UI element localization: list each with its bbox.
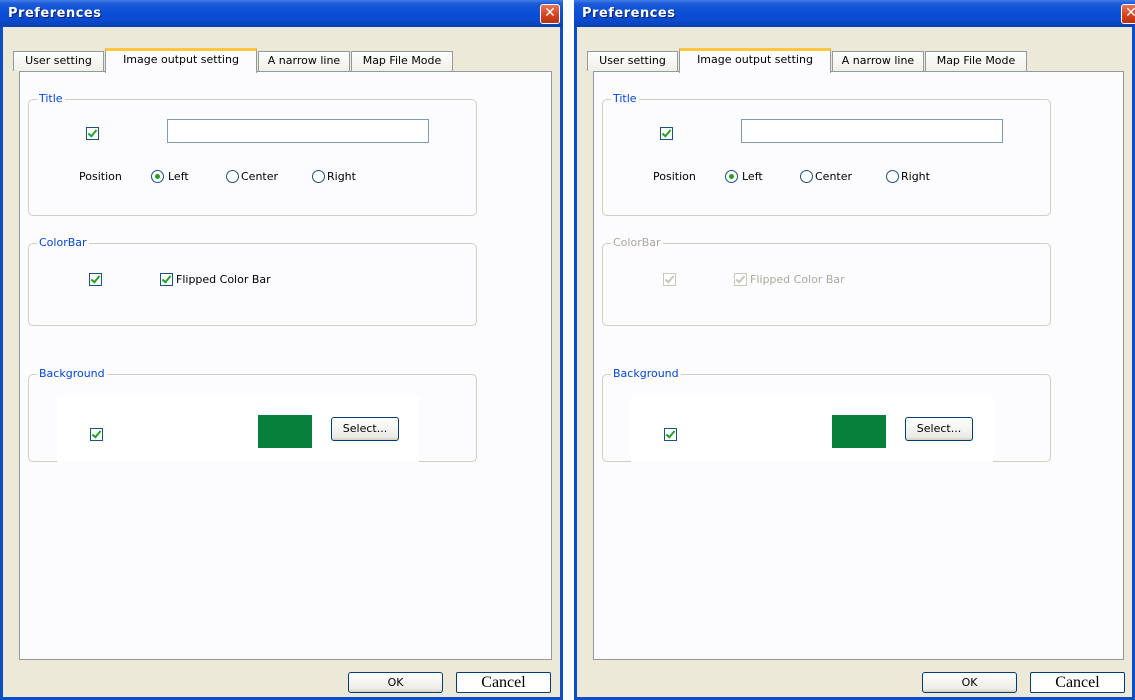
preferences-window-left: Preferences ✕ User setting Image output …	[0, 0, 563, 700]
background-group-label: Background	[611, 367, 681, 381]
title-group-label: Title	[37, 92, 65, 106]
close-button[interactable]: ✕	[540, 4, 560, 24]
title-group: Title	[602, 92, 1051, 216]
flipped-colorbar-label[interactable]: Flipped Color Bar	[176, 273, 271, 287]
position-right-label[interactable]: Right	[327, 170, 356, 184]
tab-user-setting[interactable]: User setting	[13, 51, 104, 71]
position-right-radio[interactable]	[886, 170, 899, 183]
show-colorbar-checkbox[interactable]	[663, 273, 676, 286]
colorbar-group-label: ColorBar	[37, 236, 89, 250]
close-button[interactable]: ✕	[1121, 4, 1135, 24]
tab-image-output-setting[interactable]: Image output setting	[105, 48, 257, 73]
position-left-label[interactable]: Left	[168, 170, 189, 184]
position-center-radio[interactable]	[800, 170, 813, 183]
background-group-label: Background	[37, 367, 107, 381]
title-input[interactable]	[741, 119, 1003, 143]
background-color-swatch	[832, 415, 886, 448]
show-background-checkbox[interactable]	[90, 428, 103, 441]
show-title-checkbox[interactable]	[86, 127, 99, 140]
position-center-label[interactable]: Center	[815, 170, 852, 184]
ok-button[interactable]: OK	[348, 672, 443, 693]
colorbar-group-label: ColorBar	[611, 236, 663, 250]
window-title: Preferences	[582, 6, 676, 21]
show-background-checkbox[interactable]	[664, 428, 677, 441]
position-right-label[interactable]: Right	[901, 170, 930, 184]
tab-a-narrow-line[interactable]: A narrow line	[832, 51, 924, 71]
preferences-window-right: Preferences ✕ User setting Image output …	[574, 0, 1135, 700]
position-left-radio[interactable]	[725, 170, 738, 183]
show-title-checkbox[interactable]	[660, 127, 673, 140]
background-color-swatch	[258, 415, 312, 448]
tab-image-output-setting[interactable]: Image output setting	[679, 48, 831, 73]
tab-a-narrow-line[interactable]: A narrow line	[258, 51, 350, 71]
title-bar: Preferences ✕	[574, 0, 1135, 27]
tab-user-setting[interactable]: User setting	[587, 51, 678, 71]
window-title: Preferences	[8, 6, 102, 21]
flipped-colorbar-checkbox[interactable]	[734, 273, 747, 286]
position-left-label[interactable]: Left	[742, 170, 763, 184]
cancel-button[interactable]: Cancel	[1030, 672, 1125, 693]
select-color-button[interactable]: Select...	[331, 417, 399, 441]
title-group: Title	[28, 92, 477, 216]
position-right-radio[interactable]	[312, 170, 325, 183]
window-border-left	[0, 27, 3, 700]
select-color-button[interactable]: Select...	[905, 417, 973, 441]
position-center-label[interactable]: Center	[241, 170, 278, 184]
title-bar: Preferences ✕	[0, 0, 563, 27]
tab-map-file-mode[interactable]: Map File Mode	[925, 51, 1027, 71]
flipped-colorbar-checkbox[interactable]	[160, 273, 173, 286]
position-label: Position	[653, 170, 696, 183]
position-center-radio[interactable]	[226, 170, 239, 183]
show-colorbar-checkbox[interactable]	[89, 273, 102, 286]
window-border-left	[574, 27, 577, 700]
title-group-label: Title	[611, 92, 639, 106]
position-left-radio[interactable]	[151, 170, 164, 183]
flipped-colorbar-label[interactable]: Flipped Color Bar	[750, 273, 845, 287]
position-label: Position	[79, 170, 122, 183]
title-input[interactable]	[167, 119, 429, 143]
window-border-right	[560, 27, 563, 700]
cancel-button[interactable]: Cancel	[456, 672, 551, 693]
tab-map-file-mode[interactable]: Map File Mode	[351, 51, 453, 71]
ok-button[interactable]: OK	[922, 672, 1017, 693]
